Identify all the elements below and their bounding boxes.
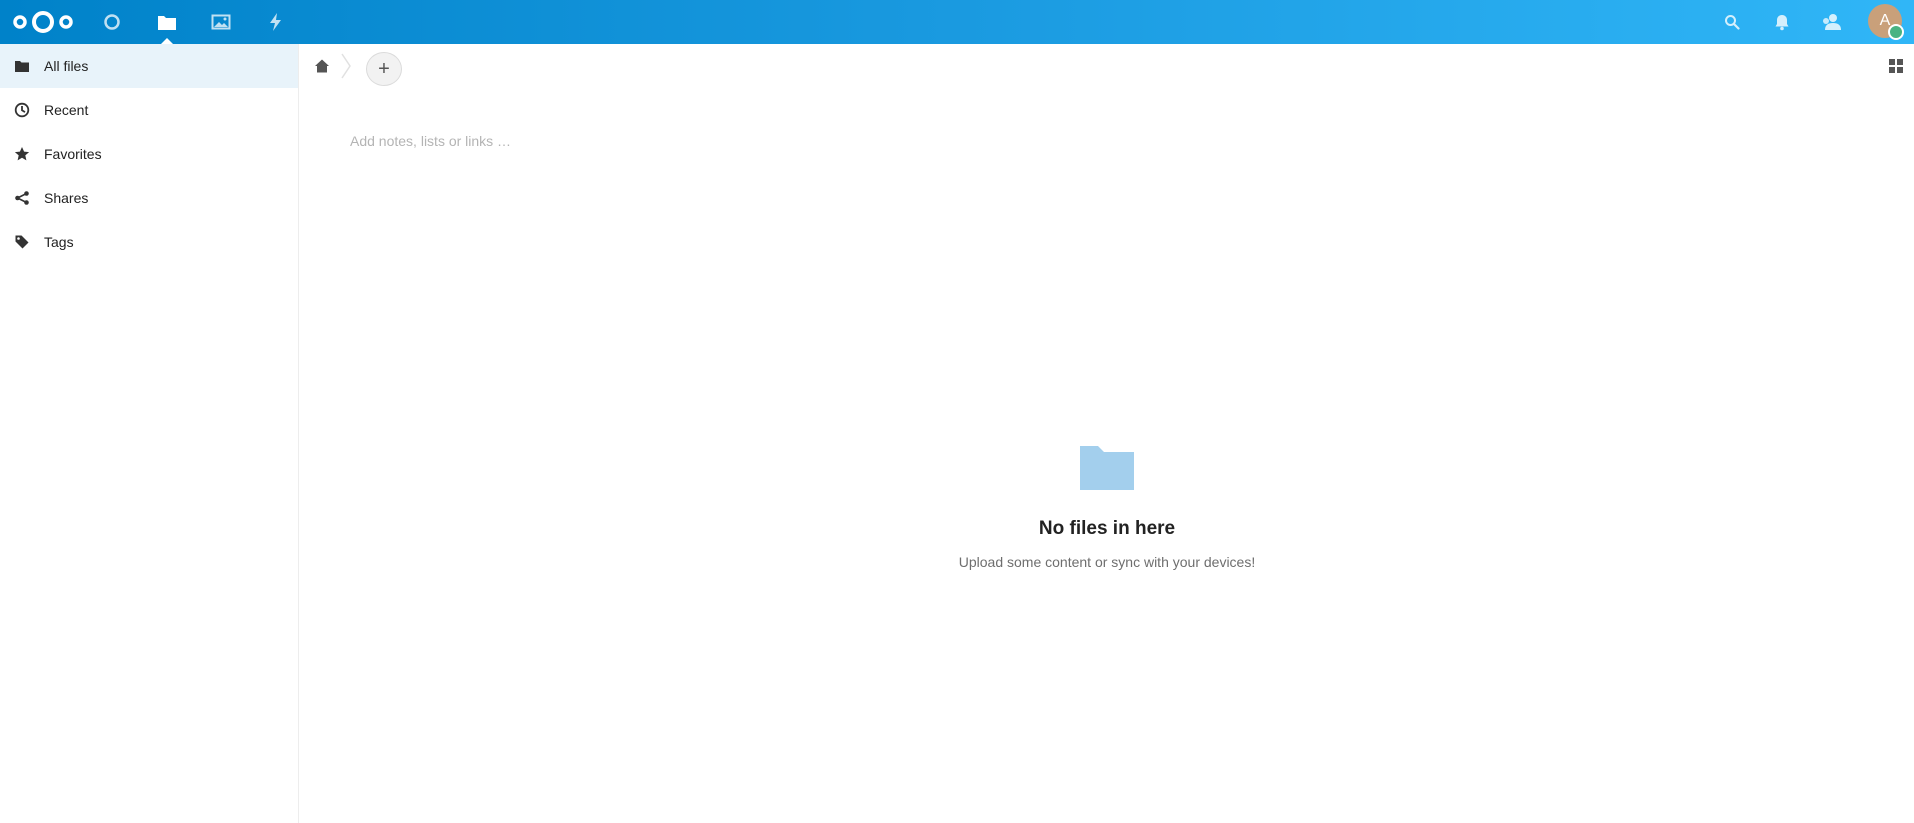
sidebar-item-label: Tags bbox=[44, 234, 74, 250]
breadcrumb-home[interactable] bbox=[312, 56, 332, 76]
folder-icon bbox=[1080, 446, 1134, 490]
sidebar-item-shares[interactable]: Shares bbox=[0, 176, 298, 220]
contacts-icon bbox=[1823, 14, 1841, 30]
sidebar-item-tags[interactable]: Tags bbox=[0, 220, 298, 264]
sidebar-item-label: Favorites bbox=[44, 146, 102, 162]
grid-icon bbox=[1889, 59, 1903, 73]
sidebar-item-label: Shares bbox=[44, 190, 89, 206]
search-icon bbox=[1725, 15, 1740, 30]
clock-icon bbox=[14, 102, 30, 118]
folder-icon bbox=[158, 16, 176, 30]
sidebar-item-label: Recent bbox=[44, 102, 89, 118]
sidebar-item-all-files[interactable]: All files bbox=[0, 44, 298, 88]
image-icon bbox=[211, 14, 231, 30]
notifications-button[interactable] bbox=[1760, 0, 1804, 44]
bell-icon bbox=[1775, 14, 1789, 30]
sidebar-item-recent[interactable]: Recent bbox=[0, 88, 298, 132]
photos-app-button[interactable] bbox=[199, 0, 243, 44]
star-icon bbox=[14, 146, 30, 162]
files-controls: + bbox=[300, 44, 1914, 88]
sidebar-item-favorites[interactable]: Favorites bbox=[0, 132, 298, 176]
files-app-button[interactable] bbox=[145, 0, 189, 44]
user-avatar[interactable]: A bbox=[1868, 4, 1904, 40]
top-header: A bbox=[0, 0, 1914, 44]
rich-workspace-notes[interactable]: Add notes, lists or links … bbox=[350, 133, 950, 149]
empty-content: No files in here Upload some content or … bbox=[300, 440, 1914, 570]
app-navigation: All files Recent Favorites Shares Tags bbox=[0, 44, 299, 823]
activity-app-button[interactable] bbox=[253, 0, 297, 44]
contacts-menu-button[interactable] bbox=[1810, 0, 1854, 44]
folder-icon bbox=[14, 58, 30, 74]
lightning-icon bbox=[270, 13, 281, 31]
new-file-button[interactable]: + bbox=[366, 52, 402, 86]
share-icon bbox=[14, 190, 30, 206]
dashboard-app-button[interactable] bbox=[90, 0, 134, 44]
circle-icon bbox=[104, 14, 120, 30]
breadcrumb-separator-icon bbox=[341, 53, 351, 79]
online-status-icon bbox=[1888, 24, 1904, 40]
plus-icon: + bbox=[378, 57, 390, 80]
empty-title: No files in here bbox=[1038, 518, 1176, 539]
empty-subtitle: Upload some content or sync with your de… bbox=[958, 554, 1256, 570]
toggle-grid-view-button[interactable] bbox=[1886, 56, 1906, 76]
nextcloud-logo-icon[interactable] bbox=[12, 6, 74, 38]
home-icon bbox=[315, 59, 329, 73]
sidebar-item-label: All files bbox=[44, 58, 89, 74]
search-button[interactable] bbox=[1710, 0, 1754, 44]
tag-icon bbox=[14, 234, 30, 250]
